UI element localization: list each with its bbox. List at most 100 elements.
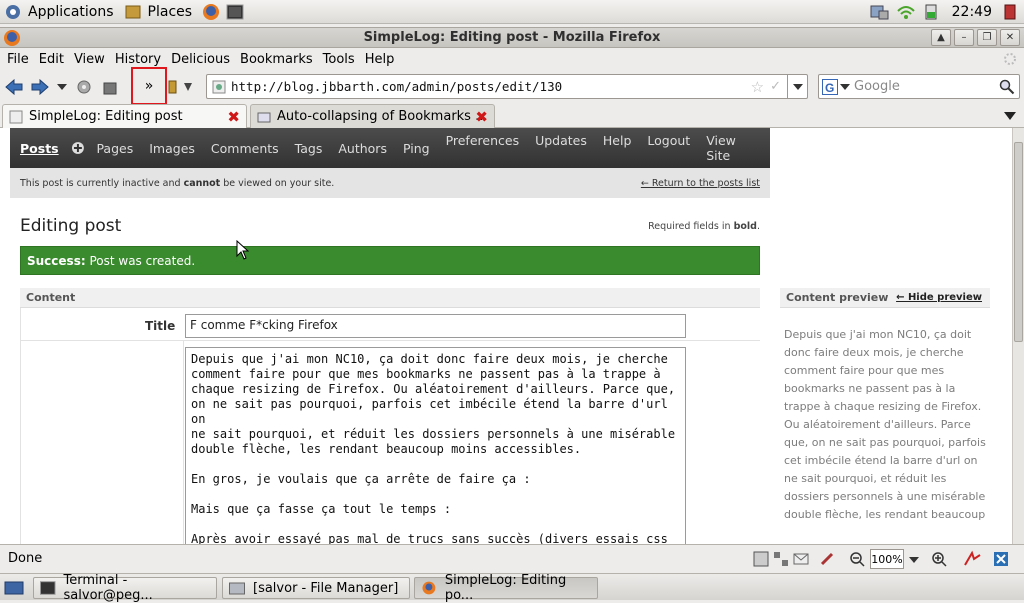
firefox-launcher-icon[interactable] — [202, 3, 220, 21]
xmarks-icon[interactable] — [992, 550, 1020, 568]
nav-posts[interactable]: Posts — [10, 141, 67, 156]
maximize-button[interactable]: ❐ — [977, 29, 997, 46]
terminal-launcher-icon[interactable] — [226, 3, 244, 21]
return-to-posts-link[interactable]: ← Return to the posts list — [641, 178, 760, 189]
zoom-level-select[interactable]: 100% — [870, 549, 904, 569]
page-favicon-icon — [257, 112, 271, 122]
status-text: Done — [8, 551, 43, 566]
home-icon — [103, 82, 117, 94]
close-tab-icon[interactable]: ✖ — [227, 108, 240, 126]
task-label: SimpleLog: Editing po... — [444, 573, 567, 603]
tab-simplelog[interactable]: SimpleLog: Editing post ✖ — [2, 104, 247, 128]
menu-tools[interactable]: Tools — [318, 52, 360, 67]
close-tab-icon[interactable]: ✖ — [475, 108, 488, 126]
menu-history[interactable]: History — [110, 52, 166, 67]
bookmark-pin-icon[interactable] — [182, 79, 194, 95]
search-engine-selector[interactable]: G — [822, 78, 850, 95]
menu-file[interactable]: File — [2, 52, 34, 67]
tab-bar: SimpleLog: Editing post ✖ Auto-collapsin… — [0, 104, 1024, 128]
vertical-scrollbar[interactable] — [1012, 128, 1024, 544]
body-textarea[interactable]: Depuis que j'ai mon NC10, ça doit donc f… — [185, 347, 686, 544]
nav-images[interactable]: Images — [141, 141, 203, 156]
tab-list-dropdown-icon[interactable] — [1004, 111, 1016, 121]
mail-icon[interactable] — [792, 550, 810, 568]
title-input[interactable]: F comme F*cking Firefox — [185, 314, 686, 338]
search-bar[interactable]: G Google — [818, 74, 1020, 99]
show-desktop-icon[interactable] — [4, 579, 24, 597]
firefox-icon — [422, 581, 436, 595]
menu-help[interactable]: Help — [360, 52, 400, 67]
task-file-manager[interactable]: [salvor - File Manager] — [222, 577, 410, 599]
history-dropdown[interactable] — [54, 75, 70, 99]
url-dropdown-button[interactable] — [787, 75, 807, 98]
extension-icon[interactable] — [962, 550, 984, 568]
nav-preferences[interactable]: Preferences — [438, 133, 528, 163]
zoom-out-icon[interactable] — [848, 550, 868, 568]
minimize-button[interactable]: – — [954, 29, 974, 46]
tools-icon[interactable] — [818, 550, 838, 568]
places-menu[interactable]: Places — [120, 0, 199, 24]
search-icon[interactable] — [999, 79, 1015, 95]
battery-icon[interactable] — [922, 3, 940, 21]
url-text[interactable]: http://blog.jbbarth.com/admin/posts/edit… — [231, 79, 562, 94]
go-check-icon[interactable]: ✓ — [770, 79, 781, 94]
form-row-divider — [20, 340, 760, 341]
nav-authors[interactable]: Authors — [330, 141, 395, 156]
dropdown-arrow-icon — [792, 83, 803, 90]
menu-view[interactable]: View — [69, 52, 110, 67]
bookmark-folder-icon[interactable] — [167, 79, 179, 95]
bookmark-star-icon[interactable]: ☆ — [751, 78, 764, 96]
grid-icon[interactable] — [772, 550, 790, 568]
home-button[interactable] — [98, 75, 122, 99]
layout-icon[interactable] — [752, 550, 770, 568]
add-post-icon[interactable] — [71, 141, 85, 155]
nav-view-site[interactable]: View Site — [698, 133, 768, 163]
window-controls: ▲ – ❐ ✕ — [931, 29, 1020, 46]
menu-edit[interactable]: Edit — [34, 52, 69, 67]
task-firefox[interactable]: SimpleLog: Editing po... — [414, 573, 598, 603]
preview-text: Depuis que j'ai mon NC10, ça doit donc f… — [784, 328, 986, 521]
zoom-in-icon[interactable] — [930, 550, 950, 568]
nav-logout[interactable]: Logout — [639, 133, 698, 163]
gear-icon — [77, 80, 91, 93]
bookmarks-overflow-chevron[interactable]: » — [131, 67, 167, 105]
admin-nav: Posts Pages Images Comments Tags Authors… — [10, 128, 770, 168]
file-manager-icon — [229, 582, 245, 595]
form-left-border — [20, 308, 21, 544]
nav-comments[interactable]: Comments — [203, 141, 287, 156]
url-bar[interactable]: http://blog.jbbarth.com/admin/posts/edit… — [206, 74, 808, 99]
form-column-divider — [183, 341, 184, 544]
success-text: Post was created. — [85, 253, 196, 268]
nav-updates[interactable]: Updates — [527, 133, 595, 163]
power-icon[interactable] — [1002, 3, 1018, 21]
content-section-header: Content — [20, 288, 760, 308]
site-favicon-icon — [212, 80, 226, 93]
reload-button[interactable] — [72, 75, 96, 99]
clock[interactable]: 22:49 — [952, 4, 992, 20]
top-panel: Applications Places 22:49 — [0, 0, 1024, 24]
nav-pages[interactable]: Pages — [88, 141, 141, 156]
menu-bookmarks[interactable]: Bookmarks — [235, 52, 318, 67]
window-titlebar[interactable]: SimpleLog: Editing post - Mozilla Firefo… — [0, 27, 1024, 48]
forward-button[interactable] — [28, 75, 52, 99]
task-label: Terminal - salvor@peg... — [63, 573, 153, 603]
nav-help[interactable]: Help — [595, 133, 640, 163]
nav-tags[interactable]: Tags — [287, 141, 331, 156]
menu-delicious[interactable]: Delicious — [166, 52, 235, 67]
applications-menu[interactable]: Applications — [0, 0, 120, 24]
nav-ping[interactable]: Ping — [395, 141, 438, 156]
dropdown-arrow-icon[interactable] — [906, 550, 922, 568]
back-button[interactable] — [2, 75, 26, 99]
applications-icon — [6, 4, 20, 19]
task-terminal[interactable]: Terminal - salvor@peg... — [33, 573, 217, 603]
network-manager-icon[interactable] — [870, 3, 890, 21]
wifi-icon[interactable] — [896, 3, 916, 21]
tab-label: SimpleLog: Editing post — [29, 109, 183, 124]
hide-preview-link[interactable]: ← Hide preview — [896, 292, 982, 303]
search-input[interactable]: Google — [854, 79, 900, 94]
shade-button[interactable]: ▲ — [931, 29, 951, 46]
scrollbar-thumb[interactable] — [1014, 142, 1023, 342]
required-fields-note: Required fields in bold. — [648, 221, 760, 232]
close-button[interactable]: ✕ — [1000, 29, 1020, 46]
tab-auto-collapsing[interactable]: Auto-collapsing of Bookmarks ... ✖ — [250, 104, 495, 128]
